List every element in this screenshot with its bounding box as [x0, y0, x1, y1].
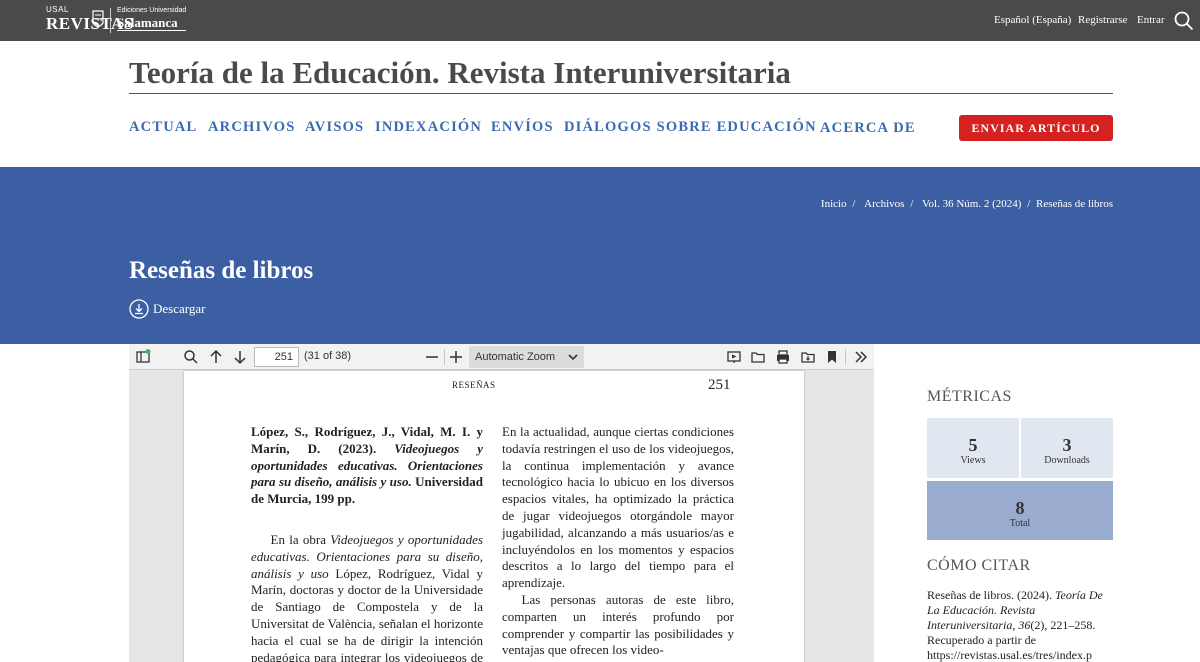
- sidebar-toggle-icon[interactable]: [135, 349, 151, 365]
- pdf-running-head: RESEÑAS: [452, 380, 496, 390]
- pdf-left-body: En la obra Videojuegos y oportunidades e…: [251, 531, 484, 662]
- downloads-label: Downloads: [1044, 455, 1090, 466]
- pdf-book-reference: López, S., Rodríguez, J., Vidal, M. I. y…: [251, 424, 483, 507]
- pdf-page: RESEÑAS 251 López, S., Rodríguez, J., Vi…: [184, 371, 804, 662]
- article-header-band: Inicio / Archivos / Vol. 36 Núm. 2 (2024…: [0, 167, 1200, 344]
- save-icon[interactable]: [800, 349, 816, 365]
- nav-indexacion[interactable]: INDEXACIÓN: [375, 119, 482, 136]
- presentation-mode-icon[interactable]: [726, 349, 742, 365]
- nav-avisos[interactable]: AVISOS: [305, 119, 364, 136]
- nav-actual[interactable]: ACTUAL: [129, 119, 197, 136]
- page-title: Reseñas de libros: [129, 257, 314, 284]
- pdf-right-column: En la actualidad, aunque ciertas condici…: [502, 424, 734, 659]
- pdf-page-number: 251: [708, 377, 731, 393]
- metrics-heading: MÉTRICAS: [927, 388, 1012, 405]
- logo-divider: [110, 8, 111, 33]
- pdf-viewer[interactable]: 251 (31 of 38) Automatic Zoom RESEÑAS 25…: [129, 344, 874, 662]
- toolbar-separator: [444, 349, 445, 365]
- nav-dialogos[interactable]: DIÁLOGOS SOBRE EDUCACIÓN: [564, 119, 817, 136]
- nav-envios[interactable]: ENVÍOS: [491, 119, 554, 136]
- breadcrumb-issue[interactable]: Vol. 36 Núm. 2 (2024) /: [919, 198, 1030, 210]
- total-value: 8: [1015, 498, 1025, 518]
- nav-archivos[interactable]: ARCHIVOS: [208, 119, 295, 136]
- top-bar: USAL REVISTAS Ediciones Universidad Sala…: [0, 0, 1200, 41]
- breadcrumb-current: Reseñas de libros: [1036, 198, 1113, 210]
- open-file-icon[interactable]: [750, 349, 766, 365]
- toolbar-separator: [845, 349, 846, 365]
- downloads-value: 3: [1062, 435, 1072, 455]
- language-link[interactable]: Español (España): [994, 14, 1071, 26]
- submit-article-button[interactable]: ENVIAR ARTÍCULO: [959, 115, 1113, 141]
- download-link[interactable]: Descargar: [129, 299, 205, 319]
- breadcrumb: Inicio / Archivos / Vol. 36 Núm. 2 (2024…: [815, 198, 1113, 210]
- journal-title[interactable]: Teoría de la Educación. Revista Interuni…: [129, 55, 791, 91]
- downloads-metric: 3 Downloads: [1021, 418, 1113, 478]
- pdf-left-column: López, S., Rodríguez, J., Vidal, M. I. y…: [251, 424, 483, 662]
- views-metric: 5 Views: [927, 418, 1019, 478]
- total-metric: 8 Total: [927, 481, 1113, 540]
- cite-heading: CÓMO CITAR: [927, 557, 1031, 574]
- find-icon[interactable]: [183, 349, 199, 365]
- register-link[interactable]: Registrarse: [1078, 14, 1127, 26]
- citation-text: Reseñas de libros. (2024). Teoría De La …: [927, 588, 1103, 662]
- logo-ediciones-text: Ediciones Universidad: [117, 7, 187, 14]
- nav-acerca-de[interactable]: ACERCA DE: [820, 120, 916, 137]
- views-label: Views: [960, 455, 986, 466]
- views-value: 5: [968, 435, 978, 455]
- tools-menu-icon[interactable]: [853, 349, 869, 365]
- page-number-input[interactable]: 251: [254, 347, 299, 367]
- pdf-right-paragraph-1: En la actualidad, aunque ciertas condici…: [502, 424, 734, 591]
- zoom-select[interactable]: Automatic Zoom: [469, 346, 584, 368]
- previous-page-icon[interactable]: [208, 349, 224, 365]
- search-icon[interactable]: [1174, 11, 1194, 31]
- zoom-in-icon[interactable]: [448, 349, 464, 365]
- logo-salamanca-text: Salamanca: [117, 16, 187, 31]
- zoom-value: Automatic Zoom: [475, 351, 556, 363]
- bookmark-icon[interactable]: [824, 349, 840, 365]
- breadcrumb-archivos[interactable]: Archivos /: [861, 198, 913, 210]
- login-link[interactable]: Entrar: [1137, 14, 1164, 26]
- pdf-right-paragraph-2: Las personas autoras de este libro, comp…: [502, 591, 734, 658]
- zoom-out-icon[interactable]: [424, 349, 440, 365]
- print-icon[interactable]: [775, 349, 791, 365]
- download-icon: [129, 299, 149, 319]
- university-emblem-icon: [92, 10, 104, 28]
- breadcrumb-inicio[interactable]: Inicio /: [818, 198, 855, 210]
- next-page-icon[interactable]: [232, 349, 248, 365]
- ediciones-salamanca-logo[interactable]: Ediciones Universidad Salamanca: [117, 7, 187, 31]
- title-divider: [129, 93, 1113, 94]
- total-label: Total: [1009, 518, 1031, 529]
- pdf-toolbar: 251 (31 of 38) Automatic Zoom: [129, 344, 874, 370]
- download-label: Descargar: [153, 301, 206, 316]
- page-count: (31 of 38): [304, 350, 352, 362]
